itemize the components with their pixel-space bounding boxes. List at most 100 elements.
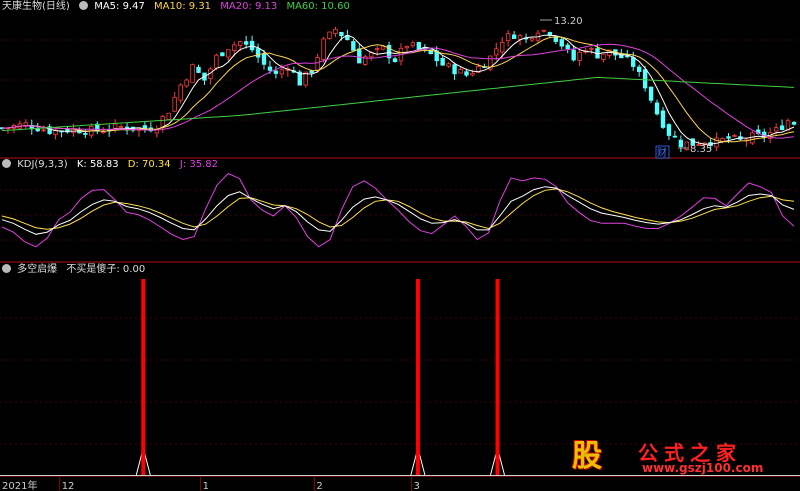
signal-title: 多空启爆 (17, 264, 58, 275)
ma60-readout: MA60: 10.60 (286, 1, 350, 12)
candle-body (779, 125, 785, 131)
candle-body (672, 135, 678, 138)
candle-body (35, 128, 40, 132)
candle-body (226, 49, 231, 58)
candle-body (315, 57, 320, 71)
candle-body (178, 84, 183, 101)
candle-body (571, 49, 576, 61)
candle-body (458, 69, 463, 74)
candle-body (279, 69, 285, 75)
x-tick-label: 2 (316, 481, 322, 491)
candle-body (220, 52, 225, 57)
candle-body (101, 131, 106, 134)
candle-body (309, 70, 314, 73)
candle-body (589, 47, 594, 50)
candle-body (505, 33, 511, 42)
j-readout: J: 35.82 (179, 159, 218, 170)
finance-note-label: 财 (657, 146, 667, 159)
stock-chart: 13.208.35财 2021年 12 1 2 3 (0, 16, 800, 491)
candle-body (648, 86, 654, 101)
candle-body (452, 64, 457, 75)
settings-icon[interactable] (79, 1, 88, 10)
candle-body (404, 46, 410, 49)
candle-body (196, 66, 201, 73)
signal-bar (141, 279, 146, 475)
candle-body (327, 31, 332, 39)
watermark-logo: 股 (572, 439, 602, 474)
candle-body (565, 44, 570, 49)
kdj-panel-header: KDJ(9,3,3) K: 58.83 D: 70.34 J: 35.82 (2, 158, 224, 172)
signal-bar (495, 279, 500, 475)
candle-body (678, 139, 684, 147)
candle-body (494, 48, 499, 56)
low-label: 8.35 (690, 144, 712, 155)
x-tick-label: 1 (203, 481, 209, 491)
candle-body (267, 66, 273, 71)
candle-body (83, 133, 88, 135)
candle-body (232, 44, 237, 51)
x-tick-label: 12 (62, 481, 75, 491)
candle-body (357, 48, 362, 64)
candle-body (773, 127, 779, 132)
k-readout: K: 58.83 (76, 159, 119, 170)
candle-body (172, 96, 177, 112)
candle-body (631, 57, 636, 67)
candle-body (351, 41, 356, 51)
candle-body (577, 51, 582, 61)
candle-body (714, 137, 719, 148)
ma20-readout: MA20: 9.13 (220, 1, 278, 12)
candle-body (410, 42, 416, 47)
candle-body (321, 38, 326, 61)
candlestick-series (0, 26, 797, 153)
candle-body (517, 35, 523, 40)
candle-body (464, 71, 469, 76)
x-tick-label: 2021年 (2, 479, 37, 491)
candle-body (249, 40, 255, 51)
candle-body (112, 123, 118, 129)
settings-icon[interactable] (2, 264, 11, 273)
d-readout: D: 70.34 (127, 159, 171, 170)
settings-icon[interactable] (2, 159, 11, 168)
high-label: 13.20 (554, 16, 583, 27)
candle-body (214, 54, 219, 69)
candle-body (255, 48, 261, 58)
signal-panel-header: 多空启爆 不买是傻子: 0.00 (2, 263, 151, 277)
candle-body (470, 72, 475, 76)
candle-body (166, 112, 171, 120)
x-axis: 2021年 12 1 2 3 (2, 477, 420, 491)
candle-body (416, 42, 422, 50)
candle-body (190, 64, 195, 83)
candle-body (541, 29, 547, 32)
signal-bar (415, 279, 420, 475)
candle-body (237, 41, 243, 46)
candle-body (666, 124, 672, 136)
kdj-title: KDJ(9,3,3) (17, 159, 68, 170)
candle-body (654, 102, 660, 115)
candle-body (41, 129, 46, 132)
candle-body (500, 41, 505, 53)
candle-body (726, 136, 731, 139)
candle-body (339, 31, 344, 37)
candle-body (660, 110, 666, 128)
candle-body (333, 28, 338, 35)
candle-body (732, 134, 737, 137)
main-panel-header: 天康生物(日线) MA5: 9.47 MA10: 9.31 MA20: 9.13… (2, 0, 356, 14)
candle-body (446, 63, 451, 67)
candle-body (791, 121, 797, 125)
candle-body (601, 53, 606, 60)
candle-body (642, 69, 648, 89)
kdj-j-line (1, 172, 795, 248)
candle-body (184, 79, 189, 87)
candle-body (529, 38, 535, 41)
candle-body (118, 125, 124, 128)
candle-body (261, 53, 267, 65)
candle-body (636, 66, 642, 72)
candle-body (374, 48, 380, 51)
candle-body (380, 46, 386, 50)
ma10-readout: MA10: 9.31 (154, 1, 212, 12)
x-tick-label: 3 (414, 481, 420, 491)
candle-body (625, 55, 630, 58)
grid-lines (0, 39, 800, 477)
candle-body (559, 39, 564, 47)
candle-body (440, 58, 445, 66)
